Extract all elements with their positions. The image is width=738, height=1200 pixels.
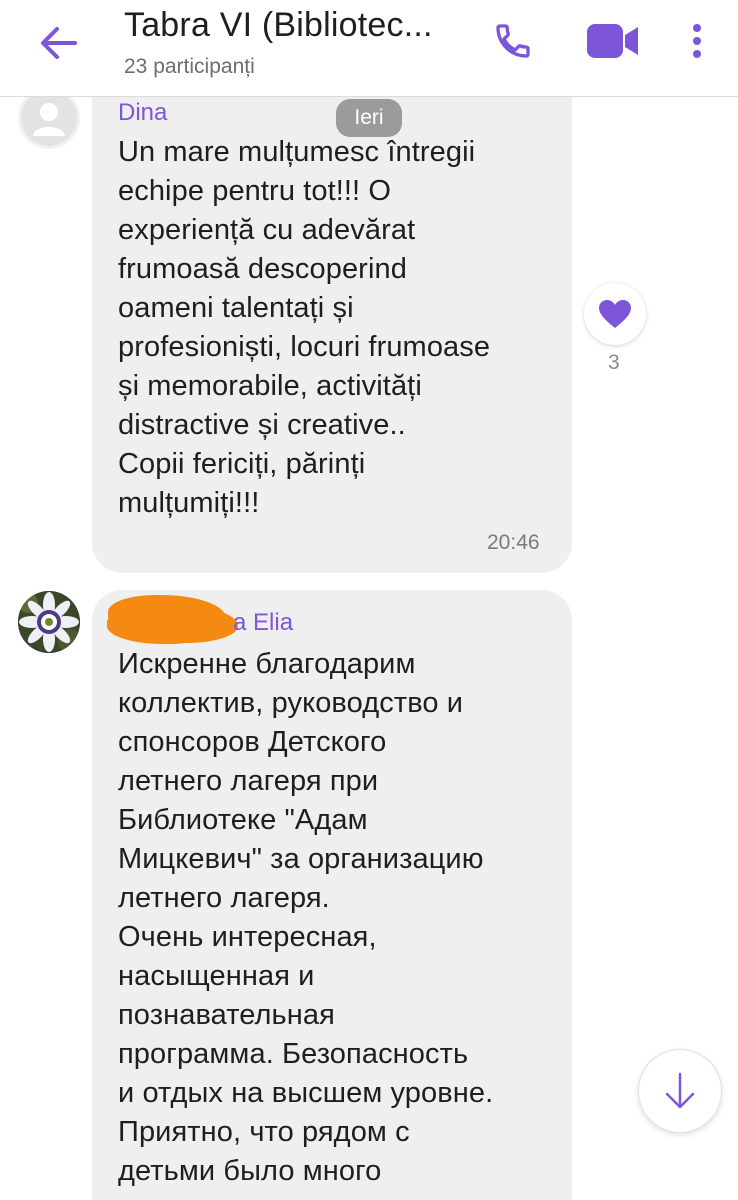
flower-avatar-image: [18, 591, 80, 653]
message-time: 20:46: [487, 531, 540, 554]
heart-icon: [599, 300, 631, 328]
participant-count: 23 participanți: [124, 55, 255, 78]
user-placeholder-icon: [33, 103, 65, 136]
scroll-to-bottom-button[interactable]: [638, 1049, 722, 1133]
arrow-down-icon: [665, 1072, 695, 1109]
reaction-button[interactable]: [584, 283, 646, 345]
sender-name[interactable]: Dina: [118, 99, 167, 127]
message-text: Un mare mulțumesc întregii echipe pentru…: [118, 136, 491, 519]
redaction-mark: [108, 595, 226, 637]
message-text: Искренне благодарим коллектив, руководст…: [118, 648, 494, 1187]
message-list[interactable]: Dina Un mare mulțumesc întregii echipe p…: [0, 97, 738, 1200]
more-vertical-icon: [693, 24, 701, 58]
avatar[interactable]: [18, 591, 80, 653]
video-call-button[interactable]: [582, 18, 644, 64]
sender-name[interactable]: a Elia: [233, 609, 293, 637]
back-button[interactable]: [30, 20, 86, 66]
date-separator: Ieri: [336, 99, 402, 137]
reaction-count: 3: [608, 351, 620, 374]
chat-header: Tabra VI (Bibliotec... 23 participanți: [0, 0, 738, 97]
avatar[interactable]: [18, 97, 80, 149]
more-options-button[interactable]: [680, 18, 714, 64]
video-camera-icon: [587, 24, 638, 58]
chat-title[interactable]: Tabra VI (Bibliotec...: [124, 6, 464, 45]
back-arrow-icon: [41, 27, 77, 59]
phone-icon: [496, 24, 530, 58]
call-button[interactable]: [490, 18, 536, 64]
